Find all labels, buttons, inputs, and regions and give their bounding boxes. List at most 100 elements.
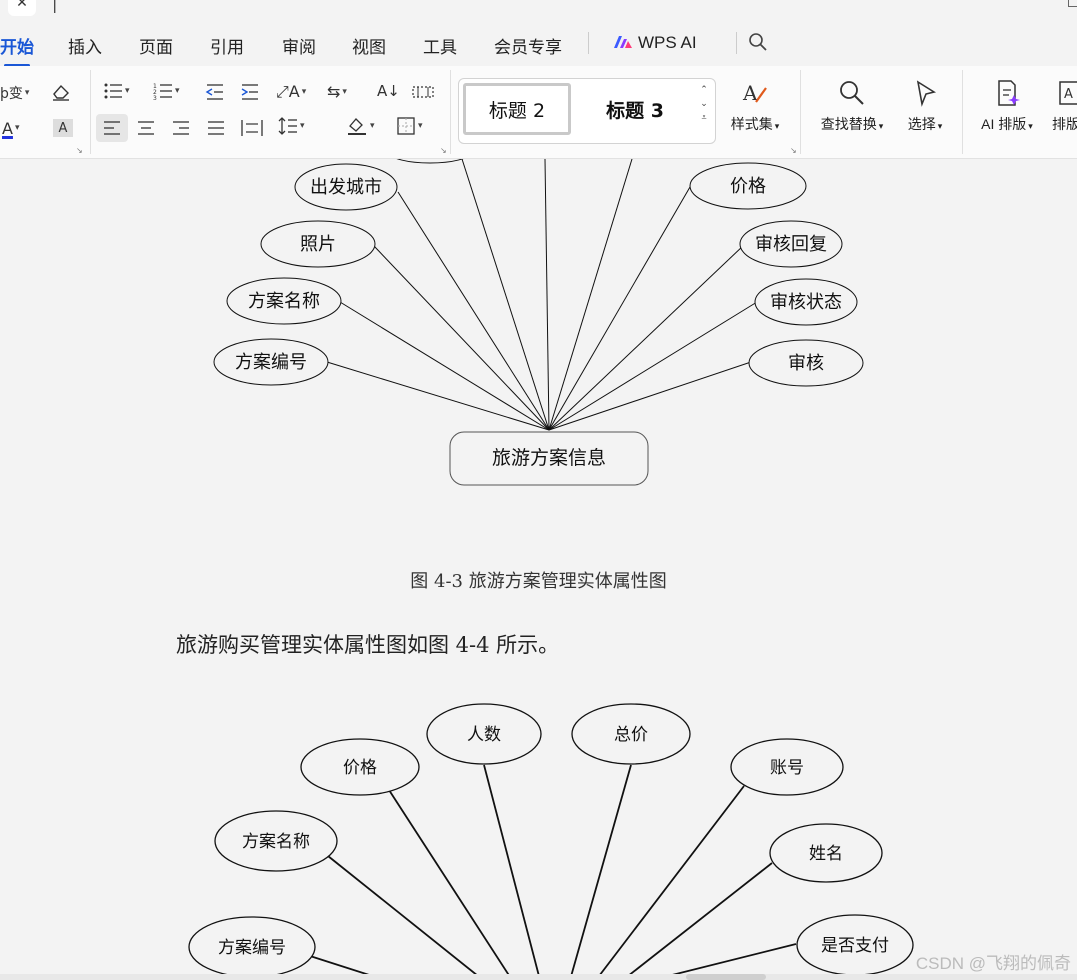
- attr-photo: 照片: [260, 220, 376, 268]
- font-color-button[interactable]: A ▾: [2, 116, 19, 140]
- attr2-total-label: 总价: [614, 725, 648, 745]
- attr2-plan-no-label: 方案编号: [218, 938, 286, 958]
- decrease-indent-icon[interactable]: [205, 83, 225, 101]
- show-marks-icon[interactable]: [412, 84, 434, 100]
- tab-insert[interactable]: 插入: [68, 33, 102, 58]
- wps-ai-logo-icon: [614, 36, 632, 48]
- tab-view[interactable]: 视图: [352, 33, 386, 58]
- align-center-icon[interactable]: [137, 120, 155, 136]
- tab-member[interactable]: 会员专享: [494, 33, 562, 58]
- attr-plan-no-label: 方案编号: [235, 352, 307, 373]
- find-replace-button[interactable]: 查找替换 ▾: [812, 78, 892, 134]
- chevron-up-icon[interactable]: ⌃: [697, 83, 711, 97]
- shading-button[interactable]: ▾: [346, 116, 375, 136]
- attr-plan-name: 方案名称: [226, 277, 342, 325]
- tab-wps-ai[interactable]: WPS AI: [613, 33, 697, 53]
- attr2-account-label: 账号: [770, 758, 804, 778]
- bullet-list-button[interactable]: ▾: [103, 82, 130, 100]
- attr2-name-label: 姓名: [809, 844, 843, 864]
- horizontal-scrollbar[interactable]: [0, 974, 1077, 980]
- entity-travel-plan-label: 旅游方案信息: [492, 447, 606, 469]
- group-divider: [962, 70, 963, 154]
- attr-review: 审核: [748, 339, 864, 387]
- char-shading-button[interactable]: A: [53, 119, 73, 137]
- chevron-down-icon[interactable]: ⌄: [697, 97, 711, 111]
- styles-dialog-launcher-icon[interactable]: ↘: [790, 146, 797, 155]
- borders-icon: [397, 117, 415, 135]
- ai-layout-button[interactable]: AI 排版 ▾: [972, 78, 1042, 134]
- magnifier-icon: [840, 81, 864, 105]
- tab-tools[interactable]: 工具: [423, 33, 457, 58]
- attr-review-status: 审核状态: [754, 278, 858, 326]
- cursor-arrow-icon: [916, 80, 937, 107]
- group-divider: [800, 70, 801, 154]
- justify-icon[interactable]: [207, 120, 225, 136]
- attr-city: 出发城市: [294, 163, 398, 211]
- layout-button[interactable]: A 排版: [1052, 78, 1077, 134]
- clear-format-icon[interactable]: [50, 82, 72, 102]
- document-canvas[interactable]: 出发城市 照片 方案名称 方案编号 价格 审核回复 审核状态 审核 旅游方案信息…: [0, 159, 1077, 980]
- paragraph-dialog-launcher-icon[interactable]: ↘: [440, 146, 447, 155]
- attr-price-label: 价格: [730, 176, 766, 197]
- attr2-total: 总价: [571, 703, 691, 765]
- style-heading-3[interactable]: 标题 3: [579, 83, 691, 135]
- search-icon[interactable]: [748, 32, 768, 52]
- style-gallery: 标题 2 标题 3 ⌃ ⌄ ⩡: [458, 78, 716, 144]
- scrollbar-thumb[interactable]: [686, 974, 766, 980]
- entity-travel-plan: 旅游方案信息: [449, 431, 649, 486]
- attr2-price: 价格: [300, 738, 420, 796]
- attr-review-reply: 审核回复: [739, 220, 843, 268]
- style-heading-2[interactable]: 标题 2: [463, 83, 571, 135]
- line-spacing-button[interactable]: ▾: [278, 116, 305, 136]
- tab-page[interactable]: 页面: [139, 33, 173, 58]
- borders-button[interactable]: ▾: [396, 116, 423, 136]
- tab-review[interactable]: 审阅: [282, 33, 316, 58]
- attr-photo-label: 照片: [300, 234, 336, 255]
- attr2-people-label: 人数: [467, 725, 501, 745]
- close-tab-icon[interactable]: ✕: [8, 0, 36, 16]
- new-tab-icon[interactable]: |: [52, 0, 57, 13]
- font-dialog-launcher-icon[interactable]: ↘: [76, 146, 83, 155]
- attr2-price-label: 价格: [343, 758, 377, 778]
- attr2-paid-label: 是否支付: [821, 936, 889, 956]
- tab-home[interactable]: 开始: [0, 33, 34, 67]
- er-diagram-travel-plan: 出发城市 照片 方案名称 方案编号 价格 审核回复 审核状态 审核 旅游方案信息: [213, 159, 864, 486]
- group-divider: [450, 70, 451, 154]
- figure-caption: 图 4-3 旅游方案管理实体属性图: [410, 571, 667, 592]
- attr2-plan-no: 方案编号: [188, 916, 316, 978]
- attr-ellipse-cut: [396, 159, 464, 164]
- numbered-list-button[interactable]: 123 ▾: [153, 82, 180, 100]
- sort-direction-button[interactable]: ⇆ ▾: [327, 82, 347, 101]
- attr-price: 价格: [689, 162, 807, 210]
- style-set-button[interactable]: A 样式集 ▾: [722, 78, 788, 134]
- tab-divider: [736, 32, 737, 54]
- tab-divider: [588, 32, 589, 54]
- attr-review-label: 审核: [788, 353, 824, 374]
- tab-references[interactable]: 引用: [210, 33, 244, 58]
- align-right-icon[interactable]: [172, 120, 190, 136]
- title-strip: ✕ |: [0, 0, 1077, 20]
- find-replace-label: 查找替换: [820, 116, 877, 132]
- distribute-icon[interactable]: [241, 119, 263, 137]
- increase-indent-icon[interactable]: [240, 83, 260, 101]
- select-button[interactable]: 选择 ▾: [898, 78, 952, 134]
- attr-plan-name-label: 方案名称: [248, 291, 320, 312]
- attr2-paid: 是否支付: [796, 914, 914, 976]
- attr-city-label: 出发城市: [310, 177, 382, 198]
- style-gallery-scroll[interactable]: ⌃ ⌄ ⩡: [697, 83, 711, 125]
- numbered-list-icon: 123: [153, 83, 172, 100]
- ribbon-tab-bar: 开始 插入 页面 引用 审阅 视图 工具 会员专享 WPS AI: [0, 22, 1077, 67]
- attr2-people: 人数: [426, 703, 542, 765]
- connector-lines: [309, 764, 797, 980]
- expand-gallery-icon[interactable]: ⩡: [697, 111, 711, 125]
- attr2-name: 姓名: [769, 823, 883, 883]
- sort-button[interactable]: A↓: [377, 82, 400, 100]
- select-label: 选择: [907, 116, 936, 132]
- text-direction-button[interactable]: ⤢A ▾: [276, 82, 306, 102]
- align-left-icon: [104, 121, 120, 135]
- layout-icon: A: [1059, 81, 1077, 105]
- phonetic-guide-button[interactable]: þ变 ▾: [0, 82, 29, 104]
- attr2-account: 账号: [730, 738, 844, 796]
- style-set-icon: A: [742, 81, 767, 105]
- align-left-button[interactable]: [96, 114, 128, 142]
